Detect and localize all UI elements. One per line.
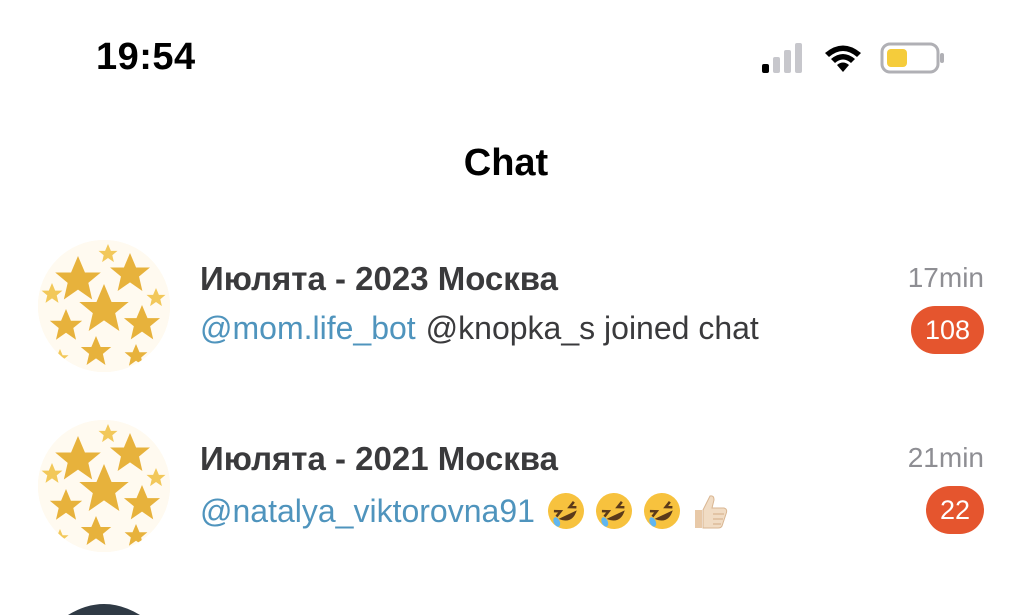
page-title: Chat: [463, 142, 549, 184]
avatar: [38, 240, 170, 372]
avatar: [38, 420, 170, 552]
chat-preview: @natalya_viktorovna91: [200, 490, 731, 532]
wifi-icon: [825, 45, 861, 72]
chat-timestamp: 21min: [907, 442, 984, 473]
preview-text: @knopka_s joined chat: [425, 310, 759, 346]
chat-preview: @mom.life_bot @knopka_s joined chat: [200, 310, 759, 347]
status-bar: 19:54: [0, 0, 1012, 120]
rofl-emoji-icon: [595, 493, 632, 529]
unread-badge: 108: [910, 306, 984, 354]
chat-title: Июлята - 2021 Москва: [200, 440, 559, 477]
chat-timestamp: 17min: [907, 262, 984, 293]
unread-badge: 22: [925, 486, 984, 534]
status-time: 19:54: [96, 36, 196, 78]
stars-avatar-icon: [38, 420, 170, 552]
chat-list-item[interactable]: Июлята - 2021 Москва @natalya_viktorovna…: [0, 408, 1012, 588]
rofl-emoji-icon: [547, 493, 584, 529]
cellular-signal-icon: [762, 43, 802, 73]
preview-emojis: [545, 490, 731, 532]
battery-icon: [880, 42, 944, 74]
thumbs-up-emoji-icon: [694, 495, 728, 529]
chat-title: Июлята - 2023 Москва: [200, 260, 559, 297]
preview-mention: @natalya_viktorovna91: [200, 492, 535, 529]
status-icons: [760, 40, 946, 76]
chat-list-item[interactable]: Июлята - 2023 Москва @mom.life_bot @knop…: [0, 228, 1012, 408]
rofl-emoji-icon: [643, 493, 680, 529]
next-chat-avatar-partial: [38, 595, 170, 615]
chat-list: Июлята - 2023 Москва @mom.life_bot @knop…: [0, 228, 1012, 588]
preview-mention: @mom.life_bot: [200, 310, 416, 346]
stars-avatar-icon: [38, 240, 170, 372]
avatar-partial-icon: [68, 604, 140, 615]
